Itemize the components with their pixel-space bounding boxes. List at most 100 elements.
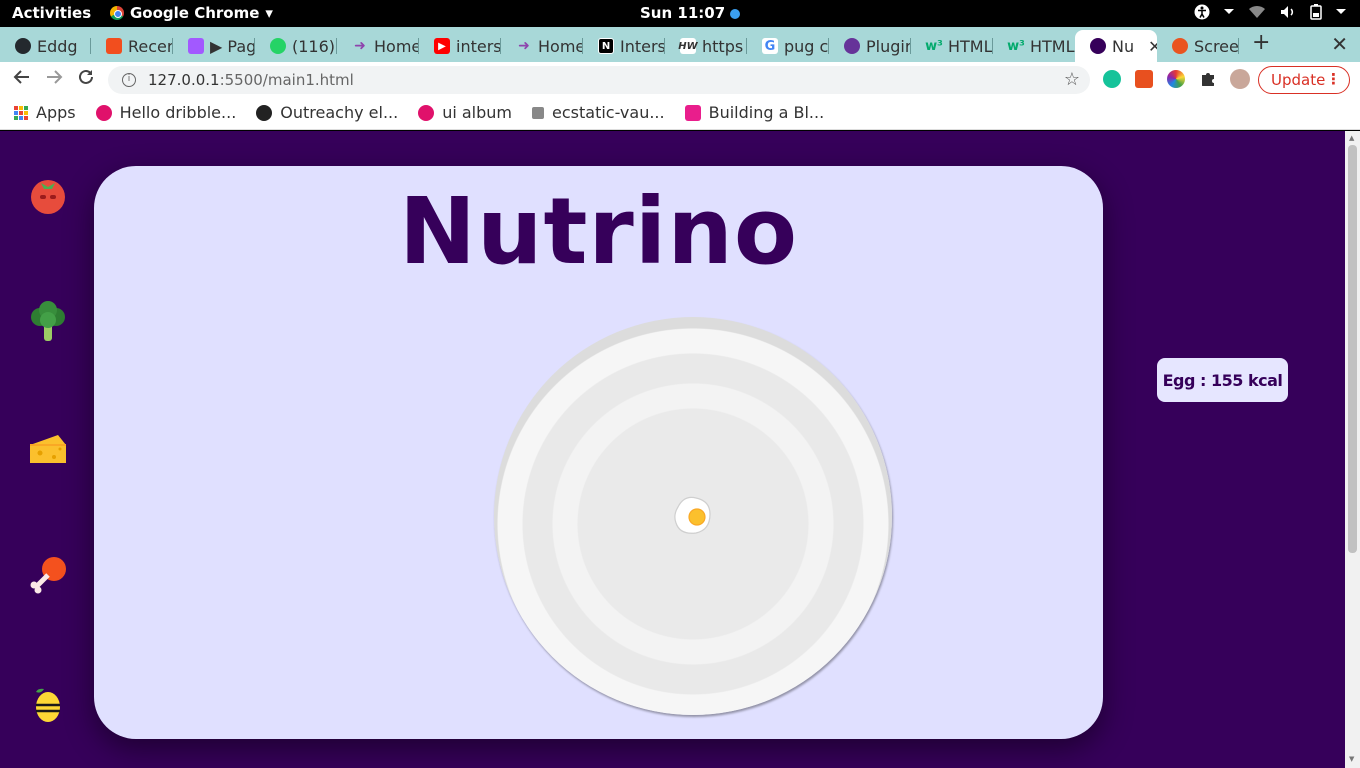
nutrino-icon — [1090, 38, 1106, 54]
google-icon: G — [762, 38, 778, 54]
plate[interactable] — [494, 317, 892, 715]
reload-icon[interactable] — [77, 68, 95, 86]
tab-label: pug c — [784, 36, 829, 56]
chicken-leg-icon[interactable] — [28, 555, 68, 595]
broccoli-icon[interactable] — [28, 301, 68, 341]
fried-egg-icon[interactable] — [670, 493, 716, 539]
tab-label: Eddg — [37, 36, 78, 56]
figma-icon — [106, 38, 122, 54]
tab[interactable]: ➜ Home — [501, 30, 583, 62]
cube-icon — [532, 106, 545, 119]
scroll-up-arrow-icon[interactable]: ▲ — [1349, 134, 1354, 142]
tab-label: Nu — [1112, 36, 1135, 56]
puzzle-icon[interactable] — [1199, 70, 1217, 88]
address-bar[interactable]: i 127.0.0.1:5500/main1.html ☆ — [108, 66, 1090, 94]
globe-icon — [256, 104, 273, 121]
bookmark-label: Outreachy el... — [280, 103, 399, 122]
tab[interactable]: (116) — [255, 30, 337, 62]
color-picker-icon[interactable] — [1167, 70, 1185, 88]
tab-label: Plugir — [866, 36, 911, 56]
tab-label: ▶ Pag — [210, 36, 255, 56]
site-info-icon[interactable]: i — [122, 73, 136, 87]
cheese-icon[interactable] — [28, 429, 68, 469]
tab-label: (116) — [292, 36, 336, 56]
tab[interactable]: ▶ inters — [419, 30, 501, 62]
tab-label: Recer — [128, 36, 173, 56]
wifi-icon — [1249, 5, 1265, 18]
tab[interactable]: Recer — [91, 30, 173, 62]
close-window-icon[interactable]: ✕ — [1331, 32, 1348, 56]
tab[interactable]: w³ HTML — [993, 30, 1075, 62]
bookmark-apps[interactable]: Apps — [14, 103, 76, 122]
update-label: Update — [1271, 71, 1326, 89]
battery-icon — [1310, 4, 1322, 20]
tab[interactable]: HW https — [665, 30, 747, 62]
extension-icon[interactable] — [1135, 70, 1153, 88]
tab[interactable]: w³ HTML — [911, 30, 993, 62]
dribbble-icon — [95, 104, 112, 121]
bookmark-item[interactable]: ecstatic-vau... — [532, 103, 665, 122]
update-button[interactable]: Update ⋮ — [1258, 66, 1350, 94]
app-name: Google Chrome — [130, 4, 260, 22]
tab[interactable]: ▶ Pag — [173, 30, 255, 62]
tab-label: HTML — [1030, 36, 1075, 56]
url-host: 127.0.0.1 — [148, 71, 220, 89]
tab-strip: Eddg Recer ▶ Pag (116) ➜ Home ▶ inters ➜ Ho… — [0, 27, 1360, 62]
clock[interactable]: Sun 11:07 — [640, 4, 741, 22]
bookmark-label: Building a Bl... — [708, 103, 825, 122]
bookmark-item[interactable]: Outreachy el... — [256, 103, 398, 122]
accessibility-icon[interactable] — [1194, 4, 1210, 20]
vertical-scrollbar[interactable]: ▲ ▼ — [1345, 131, 1360, 768]
tab[interactable]: Scree — [1157, 30, 1239, 62]
lemon-icon[interactable] — [28, 683, 68, 723]
tab[interactable]: Gpug c — [747, 30, 829, 62]
bookmark-label: ecstatic-vau... — [552, 103, 665, 122]
app-menu[interactable]: Google Chrome ▾ — [110, 4, 273, 22]
avatar[interactable] — [1230, 69, 1250, 89]
tomato-icon[interactable] — [28, 175, 68, 215]
dribbble-icon — [418, 104, 435, 121]
grammarly-icon[interactable] — [1103, 70, 1121, 88]
system-tray[interactable] — [1194, 4, 1346, 20]
tab-label: inters — [456, 36, 501, 56]
bookmark-item[interactable]: ui album — [418, 103, 512, 122]
gatsby-icon — [844, 38, 860, 54]
notion-icon: N — [598, 38, 614, 54]
clock-text: Sun 11:07 — [640, 4, 726, 22]
main-card: Nutrino — [94, 166, 1103, 739]
hw-icon: HW — [678, 38, 698, 54]
more-vertical-icon[interactable]: ⋮ — [1326, 70, 1341, 88]
w3schools-icon: w³ — [1007, 38, 1025, 54]
tab-label: Scree — [1194, 36, 1239, 56]
tab-favicon-icon — [15, 38, 31, 54]
tab-label: HTML — [948, 36, 993, 56]
bookmark-label: Hello dribble... — [119, 103, 237, 122]
tab-label: Home — [538, 36, 583, 56]
bookmark-label: Apps — [36, 103, 76, 122]
chevron-down-icon: ▾ — [265, 4, 273, 22]
scroll-down-arrow-icon[interactable]: ▼ — [1349, 755, 1354, 763]
tab-label: https — [702, 36, 744, 56]
bookmark-item[interactable]: Building a Bl... — [684, 103, 825, 122]
close-icon[interactable]: ✕ — [1148, 37, 1157, 56]
whatsapp-icon — [270, 38, 286, 54]
forward-arrow-icon[interactable] — [45, 68, 63, 86]
page-viewport: Nutrino Egg : 155 kcal — [0, 131, 1345, 768]
tab[interactable]: N Inters — [583, 30, 665, 62]
back-arrow-icon[interactable] — [13, 68, 31, 86]
scrollbar-thumb[interactable] — [1348, 145, 1357, 553]
tab[interactable]: ➜ Home — [337, 30, 419, 62]
youtube-icon: ▶ — [434, 38, 450, 54]
new-tab-button[interactable]: + — [1252, 30, 1270, 55]
bookmark-item[interactable]: Hello dribble... — [95, 103, 237, 122]
bookmarks-bar: Apps Hello dribble... Outreachy el... ui… — [0, 96, 1360, 130]
w3schools-icon: w³ — [925, 38, 943, 54]
tab-active[interactable]: Nu ✕ — [1075, 30, 1157, 62]
url-path: :5500/main1.html — [219, 71, 354, 89]
figma-icon — [188, 38, 204, 54]
activities-button[interactable]: Activities — [12, 4, 91, 22]
bookmark-star-icon[interactable]: ☆ — [1064, 69, 1080, 90]
chrome-icon — [110, 6, 124, 20]
tab[interactable]: Eddg — [0, 30, 91, 62]
tab[interactable]: Plugir — [829, 30, 911, 62]
